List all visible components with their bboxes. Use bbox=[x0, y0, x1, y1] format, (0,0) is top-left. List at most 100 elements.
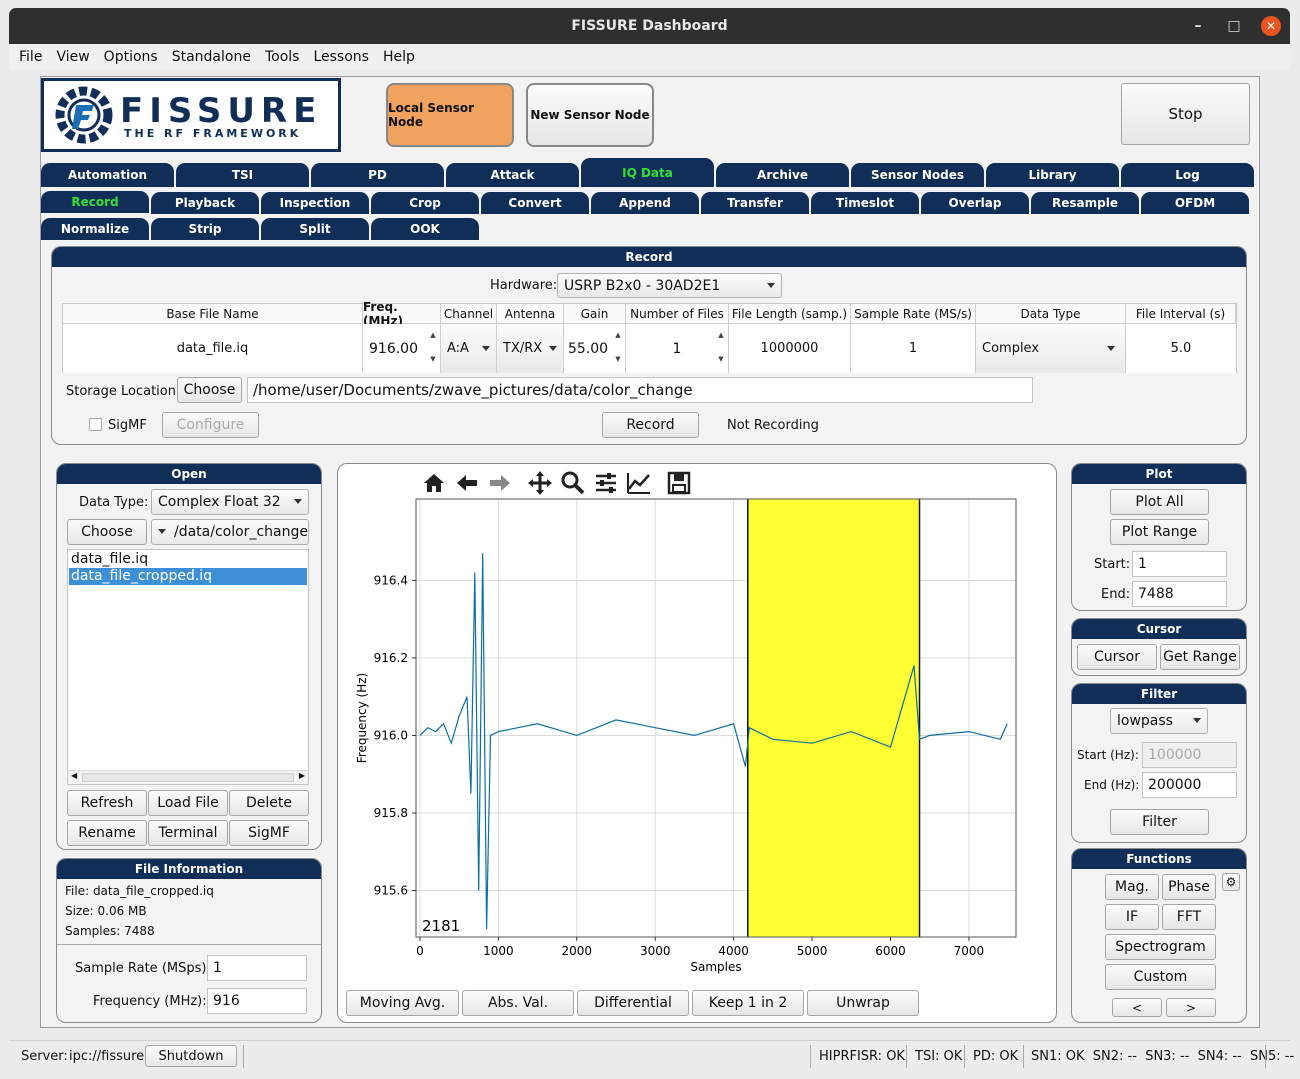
filter-type-select[interactable]: lowpass bbox=[1110, 708, 1208, 734]
tab-library[interactable]: Library bbox=[986, 163, 1119, 187]
menu-file[interactable]: File bbox=[19, 49, 42, 65]
data-type-select[interactable]: Complex bbox=[976, 324, 1126, 373]
mag-button[interactable]: Mag. bbox=[1105, 874, 1159, 900]
channel-select[interactable]: A:A bbox=[441, 324, 497, 373]
menu-standalone[interactable]: Standalone bbox=[172, 49, 251, 65]
scroll-left-icon[interactable]: ◀ bbox=[71, 771, 77, 780]
horizontal-scrollbar[interactable]: ◀ ▶ bbox=[68, 770, 308, 784]
spectrogram-button[interactable]: Spectrogram bbox=[1105, 934, 1216, 960]
frequency-input[interactable]: 916 bbox=[207, 988, 307, 1014]
freq-spinbox[interactable]: 916.00 ▲ ▼ bbox=[363, 324, 441, 373]
phase-button[interactable]: Phase bbox=[1162, 874, 1216, 900]
subtab-resample[interactable]: Resample bbox=[1031, 192, 1139, 214]
if-button[interactable]: IF bbox=[1105, 904, 1159, 930]
sigmf-button[interactable]: SigMF bbox=[229, 820, 309, 846]
local-sensor-node-button[interactable]: Local Sensor Node bbox=[386, 83, 514, 147]
subtab-inspection[interactable]: Inspection bbox=[261, 192, 369, 214]
keep-1-in-2-button[interactable]: Keep 1 in 2 bbox=[692, 990, 804, 1016]
get-range-button[interactable]: Get Range bbox=[1160, 644, 1240, 670]
forward-arrow-icon[interactable] bbox=[486, 469, 514, 497]
edit-axis-icon[interactable] bbox=[625, 469, 653, 497]
subtab-timeslot[interactable]: Timeslot bbox=[811, 192, 919, 214]
cell-file-interval[interactable]: 5.0 bbox=[1126, 324, 1236, 373]
tab-pd[interactable]: PD bbox=[311, 163, 444, 187]
close-icon[interactable]: ✕ bbox=[1261, 16, 1281, 36]
tab-iq-data[interactable]: IQ Data bbox=[581, 158, 714, 187]
spin-up-icon[interactable]: ▲ bbox=[612, 330, 624, 340]
shutdown-button[interactable]: Shutdown bbox=[145, 1045, 237, 1067]
menu-view[interactable]: View bbox=[56, 49, 89, 65]
subtab-ofdm[interactable]: OFDM bbox=[1141, 192, 1249, 214]
differential-button[interactable]: Differential bbox=[577, 990, 689, 1016]
antenna-select[interactable]: TX/RX bbox=[497, 324, 564, 373]
menu-options[interactable]: Options bbox=[104, 49, 158, 65]
new-sensor-node-button[interactable]: New Sensor Node bbox=[526, 83, 654, 147]
save-icon[interactable] bbox=[665, 469, 693, 497]
subtab-normalize[interactable]: Normalize bbox=[41, 218, 149, 240]
storage-path-input[interactable]: /home/user/Documents/zwave_pictures/data… bbox=[247, 377, 1033, 403]
sample-rate-input[interactable]: 1 bbox=[207, 955, 307, 981]
fft-button[interactable]: FFT bbox=[1162, 904, 1216, 930]
list-item[interactable]: data_file.iq bbox=[69, 551, 307, 568]
subtab-transfer[interactable]: Transfer bbox=[701, 192, 809, 214]
cell-base-file-name[interactable]: data_file.iq bbox=[63, 324, 363, 373]
open-choose-button[interactable]: Choose bbox=[67, 519, 147, 545]
tab-archive[interactable]: Archive bbox=[716, 163, 849, 187]
tab-attack[interactable]: Attack bbox=[446, 163, 579, 187]
subtab-strip[interactable]: Strip bbox=[151, 218, 259, 240]
iq-chart[interactable]: 0 1000 2000 3000 4000 5000 6000 7000 915.6 915.8… bbox=[338, 494, 1056, 984]
moving-avg-button[interactable]: Moving Avg. bbox=[346, 990, 459, 1016]
num-files-spinbox[interactable]: 1 ▲ ▼ bbox=[626, 324, 729, 373]
spin-down-icon[interactable]: ▼ bbox=[715, 354, 727, 364]
pan-icon[interactable] bbox=[526, 469, 554, 497]
prev-button[interactable]: < bbox=[1112, 998, 1162, 1017]
gear-icon[interactable]: ⚙ bbox=[1222, 873, 1240, 891]
subtab-record[interactable]: Record bbox=[41, 191, 149, 213]
tab-tsi[interactable]: TSI bbox=[176, 163, 309, 187]
menu-lessons[interactable]: Lessons bbox=[313, 49, 369, 65]
custom-button[interactable]: Custom bbox=[1105, 964, 1216, 990]
spin-down-icon[interactable]: ▼ bbox=[612, 354, 624, 364]
plot-range-button[interactable]: Plot Range bbox=[1110, 519, 1209, 545]
subtab-convert[interactable]: Convert bbox=[481, 192, 589, 214]
rename-button[interactable]: Rename bbox=[67, 820, 147, 846]
back-arrow-icon[interactable] bbox=[453, 469, 481, 497]
plot-end-input[interactable]: 7488 bbox=[1132, 581, 1227, 607]
open-data-type-select[interactable]: Complex Float 32 bbox=[151, 489, 309, 515]
spin-up-icon[interactable]: ▲ bbox=[427, 330, 439, 340]
subtab-playback[interactable]: Playback bbox=[151, 192, 259, 214]
next-button[interactable]: > bbox=[1166, 998, 1216, 1017]
cursor-button[interactable]: Cursor bbox=[1077, 644, 1157, 670]
terminal-button[interactable]: Terminal bbox=[148, 820, 228, 846]
subtab-crop[interactable]: Crop bbox=[371, 192, 479, 214]
load-file-button[interactable]: Load File bbox=[148, 790, 228, 816]
menu-tools[interactable]: Tools bbox=[265, 49, 300, 65]
subtab-split[interactable]: Split bbox=[261, 218, 369, 240]
spin-up-icon[interactable]: ▲ bbox=[715, 330, 727, 340]
refresh-button[interactable]: Refresh bbox=[67, 790, 147, 816]
record-button[interactable]: Record bbox=[602, 412, 699, 438]
subtab-ook[interactable]: OOK bbox=[371, 218, 479, 240]
cell-sample-rate[interactable]: 1 bbox=[851, 324, 976, 373]
menu-help[interactable]: Help bbox=[383, 49, 415, 65]
list-item-selected[interactable]: data_file_cropped.iq bbox=[69, 568, 307, 585]
delete-button[interactable]: Delete bbox=[229, 790, 309, 816]
gain-spinbox[interactable]: 55.00 ▲ ▼ bbox=[564, 324, 626, 373]
subtab-overlap[interactable]: Overlap bbox=[921, 192, 1029, 214]
scrollbar-handle[interactable] bbox=[82, 773, 294, 782]
spin-down-icon[interactable]: ▼ bbox=[427, 354, 439, 364]
plot-start-input[interactable]: 1 bbox=[1132, 551, 1227, 577]
configure-button[interactable]: Configure bbox=[162, 412, 259, 438]
configure-subplots-icon[interactable] bbox=[592, 469, 620, 497]
maximize-icon[interactable]: □ bbox=[1224, 17, 1244, 35]
tab-sensor-nodes[interactable]: Sensor Nodes bbox=[851, 163, 984, 187]
home-icon[interactable] bbox=[420, 469, 448, 497]
sigmf-checkbox[interactable] bbox=[89, 418, 102, 431]
storage-choose-button[interactable]: Choose bbox=[177, 377, 242, 403]
hardware-select[interactable]: USRP B2x0 - 30AD2E1 bbox=[557, 273, 782, 298]
folder-select[interactable]: /data/color_change bbox=[151, 519, 309, 545]
filter-start-input[interactable]: 100000 bbox=[1142, 742, 1237, 768]
plot-all-button[interactable]: Plot All bbox=[1110, 489, 1209, 515]
subtab-append[interactable]: Append bbox=[591, 192, 699, 214]
filter-end-input[interactable]: 200000 bbox=[1142, 772, 1237, 798]
